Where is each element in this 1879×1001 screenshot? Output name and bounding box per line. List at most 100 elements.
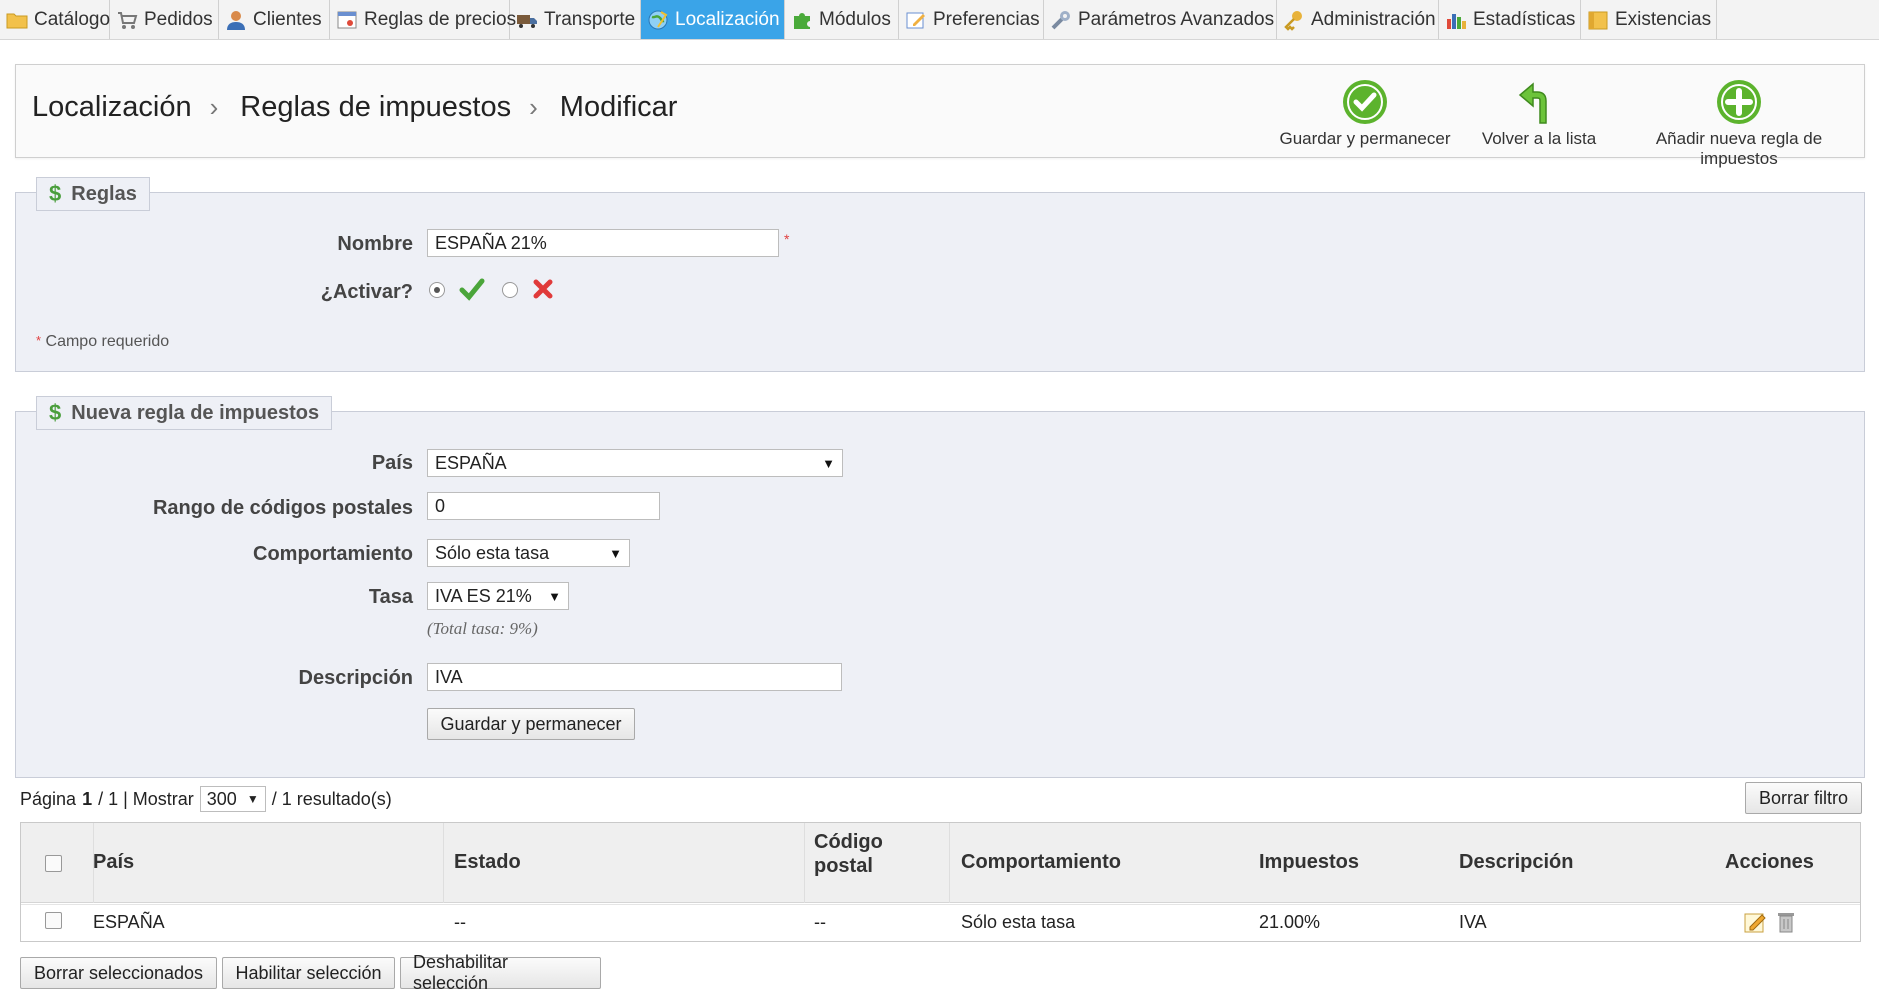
result-count: / 1 resultado(s) xyxy=(271,788,392,809)
breadcrumb-separator: › xyxy=(209,92,219,122)
row-checkbox[interactable] xyxy=(45,912,62,929)
rate-total-note: (Total tasa: 9%) xyxy=(427,619,538,638)
price-rules-icon xyxy=(336,9,358,31)
page-label: Página xyxy=(20,788,77,809)
cross-icon xyxy=(532,278,554,305)
zip-range-label: Rango de códigos postales xyxy=(152,497,413,519)
add-new-label: Añadir nueva regla de impuestos xyxy=(1655,129,1823,168)
tab-label: Transporte xyxy=(544,8,636,30)
tab-existencias[interactable]: Existencias xyxy=(1581,0,1717,39)
tab-label: Parámetros Avanzados xyxy=(1078,8,1275,30)
activate-yes-radio[interactable] xyxy=(429,282,445,298)
back-arrow-icon xyxy=(1516,79,1562,125)
page-title: Modificar xyxy=(559,91,678,123)
tab-localizacion[interactable]: Localización xyxy=(641,0,785,39)
per-page-select[interactable]: 300 ▼ xyxy=(199,786,266,812)
breadcrumb-item[interactable]: Reglas de impuestos xyxy=(240,91,511,124)
cell-behavior: Sólo esta tasa xyxy=(961,912,1076,932)
select-all-checkbox[interactable] xyxy=(45,855,62,872)
wrench-icon xyxy=(1050,9,1072,31)
tab-label: Módulos xyxy=(819,8,891,30)
globe-icon xyxy=(647,9,669,31)
behavior-label: Comportamiento xyxy=(253,543,413,565)
country-label: País xyxy=(371,452,413,474)
table-header xyxy=(21,823,1860,903)
edit-icon[interactable] xyxy=(1743,910,1767,939)
column-header-state: Estado xyxy=(454,851,521,873)
save-and-stay-form-button[interactable]: Guardar y permanecer xyxy=(427,708,635,740)
breadcrumb-item[interactable]: Localización xyxy=(32,91,192,124)
back-to-list-button[interactable]: Volver a la lista xyxy=(1464,79,1614,149)
current-page: 1 xyxy=(82,788,93,809)
activate-no-radio[interactable] xyxy=(502,282,518,298)
description-input[interactable]: IVA xyxy=(427,663,842,691)
breadcrumb-separator: › xyxy=(529,92,538,122)
tab-label: Reglas de precios xyxy=(364,8,517,30)
bar-chart-icon xyxy=(1445,9,1467,31)
tab-label: Catálogo xyxy=(34,8,111,30)
check-circle-icon xyxy=(1342,79,1388,125)
back-to-list-label: Volver a la lista xyxy=(1481,129,1597,148)
breadcrumb: Localización › Reglas de impuestos › Mod… xyxy=(32,91,677,124)
save-and-stay-button[interactable]: Guardar y permanecer xyxy=(1276,79,1454,149)
chevron-down-icon: ▼ xyxy=(548,588,561,604)
tab-label: Preferencias xyxy=(933,8,1040,30)
rate-select[interactable]: IVA ES 21% ▼ xyxy=(427,582,569,610)
per-page-value: 300 xyxy=(206,788,237,809)
tab-reglas-precios[interactable]: Reglas de precios xyxy=(330,0,516,39)
cell-zip: -- xyxy=(814,912,826,932)
main-menu: Catálogo Pedidos Clientes Reglas de prec… xyxy=(0,0,1879,40)
plus-circle-icon xyxy=(1716,79,1762,125)
tab-pedidos[interactable]: Pedidos xyxy=(110,0,219,39)
required-mark: * xyxy=(36,333,42,348)
column-divider xyxy=(443,823,444,903)
tax-rules-table: País Estado Código postal Comportamiento… xyxy=(20,822,1861,942)
tab-preferencias[interactable]: Preferencias xyxy=(899,0,1044,39)
preferences-icon xyxy=(905,9,927,31)
pagination-bar: Página 1 / 1 | Mostrar 300 ▼ / 1 resulta… xyxy=(20,786,392,812)
chevron-down-icon: ▼ xyxy=(609,545,622,561)
reset-filter-button[interactable]: Borrar filtro xyxy=(1745,782,1862,814)
required-note-text: Campo requerido xyxy=(45,333,170,350)
tab-catalogo[interactable]: Catálogo xyxy=(0,0,110,39)
tab-modulos[interactable]: Módulos xyxy=(785,0,899,39)
required-mark: * xyxy=(784,231,790,247)
enable-selection-button[interactable]: Habilitar selección xyxy=(222,957,395,989)
required-note: * Campo requerido xyxy=(36,333,169,351)
column-header-country: País xyxy=(93,851,135,873)
check-icon xyxy=(459,277,485,306)
behavior-select[interactable]: Sólo esta tasa ▼ xyxy=(427,539,630,567)
tab-administracion[interactable]: Administración xyxy=(1277,0,1439,39)
behavior-selected-value: Sólo esta tasa xyxy=(435,542,550,563)
page-toolbar: Localización › Reglas de impuestos › Mod… xyxy=(15,64,1865,168)
puzzle-icon xyxy=(791,9,813,31)
delete-icon[interactable] xyxy=(1776,910,1796,939)
zip-range-input[interactable]: 0 xyxy=(427,492,660,520)
description-label: Descripción xyxy=(298,667,413,689)
chevron-down-icon: ▼ xyxy=(822,455,835,471)
name-input[interactable]: ESPAÑA 21% xyxy=(427,229,779,257)
tab-estadisticas[interactable]: Estadísticas xyxy=(1439,0,1581,39)
rules-legend: $ Reglas xyxy=(36,177,150,211)
tab-parametros-avanzados[interactable]: Parámetros Avanzados xyxy=(1044,0,1277,39)
column-header-tax: Impuestos xyxy=(1259,851,1360,873)
tab-label: Pedidos xyxy=(144,8,213,30)
dollar-icon: $ xyxy=(49,181,62,206)
add-new-tax-rule-button[interactable]: Añadir nueva regla de impuestos xyxy=(1619,79,1859,169)
cart-icon xyxy=(116,9,138,31)
rate-label: Tasa xyxy=(368,586,413,608)
tab-transporte[interactable]: Transporte xyxy=(510,0,641,39)
delete-selected-button[interactable]: Borrar seleccionados xyxy=(20,957,217,989)
cell-description: IVA xyxy=(1459,912,1487,932)
disable-selection-button[interactable]: Deshabilitar selección xyxy=(400,952,601,993)
tab-clientes[interactable]: Clientes xyxy=(219,0,330,39)
folder-icon xyxy=(6,9,28,31)
country-select[interactable]: ESPAÑA ▼ xyxy=(427,449,843,477)
save-and-stay-label: Guardar y permanecer xyxy=(1279,129,1451,148)
tab-label: Clientes xyxy=(253,8,322,30)
column-header-description: Descripción xyxy=(1459,851,1574,873)
truck-icon xyxy=(516,9,538,31)
cell-tax: 21.00% xyxy=(1259,912,1321,932)
tab-label: Existencias xyxy=(1615,8,1712,30)
country-selected-value: ESPAÑA xyxy=(435,452,507,473)
